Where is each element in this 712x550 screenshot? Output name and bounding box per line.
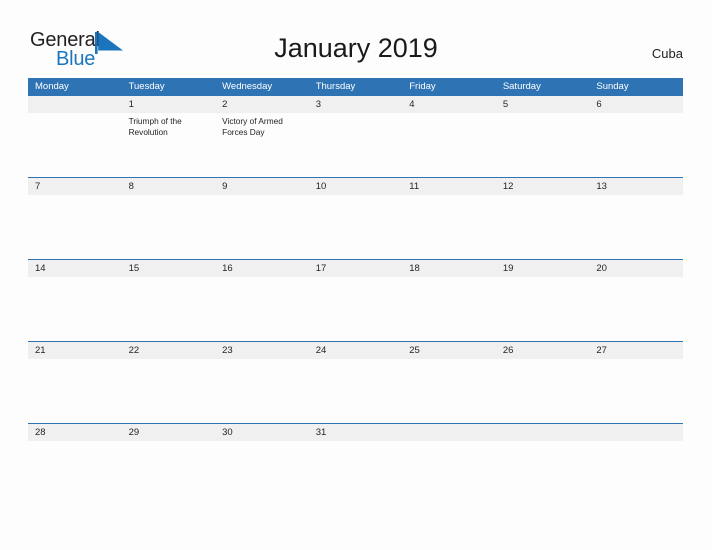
country-label: Cuba xyxy=(651,46,683,61)
day-event xyxy=(589,441,683,505)
week-events-band xyxy=(28,195,683,259)
day-event xyxy=(28,359,122,423)
weekday-header-saturday: Saturday xyxy=(502,81,541,92)
day-number[interactable]: 9 xyxy=(215,178,309,195)
weekday-header-thursday: Thursday xyxy=(315,81,356,92)
weekday-header-sunday: Sunday xyxy=(596,81,629,92)
weekday-header-row: Monday Tuesday Wednesday Thursday Friday… xyxy=(28,78,683,96)
day-number[interactable]: 17 xyxy=(309,260,403,277)
calendar-grid: Monday Tuesday Wednesday Thursday Friday… xyxy=(28,78,683,505)
day-event xyxy=(215,195,309,259)
day-number[interactable]: 4 xyxy=(402,96,496,113)
day-event xyxy=(402,195,496,259)
day-event xyxy=(496,441,590,505)
week-date-band: 28 29 30 31 xyxy=(28,424,683,441)
day-number[interactable]: 25 xyxy=(402,342,496,359)
day-number[interactable]: 24 xyxy=(309,342,403,359)
page-header: General Blue January 2019 Cuba xyxy=(0,0,712,78)
day-number[interactable]: 16 xyxy=(215,260,309,277)
day-number[interactable]: 23 xyxy=(215,342,309,359)
day-event xyxy=(589,113,683,177)
week-events-band xyxy=(28,359,683,423)
day-event xyxy=(309,195,403,259)
day-event xyxy=(28,277,122,341)
day-event xyxy=(496,359,590,423)
day-number[interactable] xyxy=(496,424,590,441)
day-number[interactable] xyxy=(28,96,122,113)
day-number[interactable]: 2 xyxy=(215,96,309,113)
day-event xyxy=(122,359,216,423)
week-date-band: 14 15 16 17 18 19 20 xyxy=(28,260,683,277)
day-event xyxy=(215,359,309,423)
week-events-band xyxy=(28,441,683,505)
day-number[interactable]: 30 xyxy=(215,424,309,441)
weekday-header-monday: Monday xyxy=(35,81,69,92)
weekday-header-wednesday: Wednesday xyxy=(222,81,273,92)
day-event xyxy=(28,113,122,177)
week-date-band: 21 22 23 24 25 26 27 xyxy=(28,342,683,359)
day-number[interactable]: 26 xyxy=(496,342,590,359)
day-event xyxy=(122,441,216,505)
day-number[interactable]: 5 xyxy=(496,96,590,113)
day-number[interactable]: 6 xyxy=(589,96,683,113)
day-event xyxy=(496,277,590,341)
day-event xyxy=(589,195,683,259)
day-number[interactable]: 13 xyxy=(589,178,683,195)
weekday-header-tuesday: Tuesday xyxy=(128,81,165,92)
day-number[interactable]: 8 xyxy=(122,178,216,195)
day-number[interactable]: 29 xyxy=(122,424,216,441)
calendar-week-row: 7 8 9 10 11 12 13 xyxy=(28,177,683,259)
day-event xyxy=(496,113,590,177)
day-event xyxy=(402,277,496,341)
day-event xyxy=(215,277,309,341)
day-event xyxy=(402,359,496,423)
day-number[interactable]: 18 xyxy=(402,260,496,277)
day-number[interactable]: 15 xyxy=(122,260,216,277)
week-events-band: Triumph of the Revolution Victory of Arm… xyxy=(28,113,683,177)
day-event xyxy=(122,277,216,341)
day-event: Triumph of the Revolution xyxy=(128,116,182,137)
day-event: Victory of Armed Forces Day xyxy=(222,116,283,137)
day-number[interactable]: 14 xyxy=(28,260,122,277)
week-date-band: 7 8 9 10 11 12 13 xyxy=(28,178,683,195)
day-event xyxy=(589,277,683,341)
page-title: January 2019 xyxy=(274,33,438,63)
day-number[interactable]: 19 xyxy=(496,260,590,277)
calendar-week-row: 1 2 3 4 5 6 Triumph of the Revolution Vi… xyxy=(28,96,683,177)
weekday-header-friday: Friday xyxy=(409,81,436,92)
day-event xyxy=(309,359,403,423)
calendar-week-row: 21 22 23 24 25 26 27 xyxy=(28,341,683,423)
day-number[interactable]: 28 xyxy=(28,424,122,441)
day-event xyxy=(28,441,122,505)
week-events-band xyxy=(28,277,683,341)
day-event xyxy=(402,441,496,505)
day-event xyxy=(309,113,403,177)
day-number[interactable]: 22 xyxy=(122,342,216,359)
day-number[interactable]: 27 xyxy=(589,342,683,359)
day-event xyxy=(122,195,216,259)
calendar-week-row: 28 29 30 31 xyxy=(28,423,683,505)
day-event xyxy=(215,441,309,505)
day-number[interactable] xyxy=(402,424,496,441)
day-number[interactable]: 10 xyxy=(309,178,403,195)
day-number[interactable] xyxy=(589,424,683,441)
day-event xyxy=(496,195,590,259)
week-date-band: 1 2 3 4 5 6 xyxy=(28,96,683,113)
day-number[interactable]: 12 xyxy=(496,178,590,195)
day-event xyxy=(309,277,403,341)
calendar-week-row: 14 15 16 17 18 19 20 xyxy=(28,259,683,341)
day-number[interactable]: 3 xyxy=(309,96,403,113)
day-event xyxy=(589,359,683,423)
day-number[interactable]: 31 xyxy=(309,424,403,441)
day-number[interactable]: 11 xyxy=(402,178,496,195)
day-number[interactable]: 1 xyxy=(122,96,216,113)
day-event xyxy=(402,113,496,177)
day-number[interactable]: 7 xyxy=(28,178,122,195)
day-number[interactable]: 20 xyxy=(589,260,683,277)
day-event xyxy=(309,441,403,505)
day-number[interactable]: 21 xyxy=(28,342,122,359)
day-event xyxy=(28,195,122,259)
